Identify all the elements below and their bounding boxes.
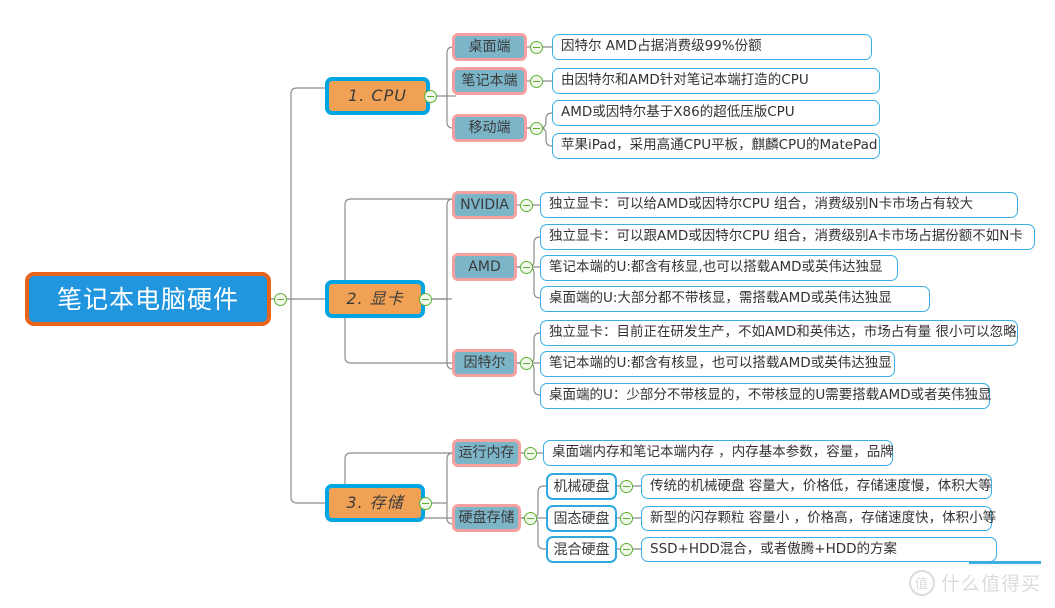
- branch-label-gpu: 2. 显卡: [346, 289, 404, 308]
- leaf-node[interactable]: 由因特尔和AMD针对笔记本端打造的CPU: [552, 68, 880, 94]
- subnode-cpu-desktop[interactable]: 桌面端: [452, 33, 527, 61]
- leaf-label: 苹果iPad，采用高通CPU平板，麒麟CPU的MatePad: [561, 137, 878, 154]
- subnode-label: AMD: [468, 259, 501, 275]
- collapse-toggle-disk-hdd[interactable]: [620, 480, 633, 493]
- collapse-toggle-cpu-desktop[interactable]: [530, 41, 543, 54]
- watermark-text: 什么值得买: [940, 573, 1041, 595]
- collapse-toggle-disk-sshd[interactable]: [620, 543, 633, 556]
- mindmap-canvas: 笔记本电脑硬件 1. CPU 桌面端 笔记本端 移动端 因特尔 AMD占据消费级…: [0, 0, 1055, 608]
- subnode-label: 运行内存: [458, 445, 515, 461]
- subnode-storage-ram[interactable]: 运行内存: [452, 439, 521, 467]
- leaf-node[interactable]: 新型的闪存颗粒 容量小 ，价格高，存储速度快，体积小等: [641, 506, 996, 531]
- subnode-label: 混合硬盘: [553, 541, 610, 558]
- leaf-node[interactable]: 独立显卡：可以给AMD或因特尔CPU 组合，消费级别N卡市场占有较大: [540, 192, 1018, 218]
- leaf-node[interactable]: AMD或因特尔基于X86的超低压版CPU: [552, 100, 880, 126]
- subnode-label: 因特尔: [463, 355, 506, 371]
- leaf-label: 由因特尔和AMD针对笔记本端打造的CPU: [561, 72, 809, 89]
- leaf-node[interactable]: 独立显卡：目前正在研发生产，不如AMD和英伟达，市场占有量 很小可以忽略: [540, 320, 1018, 346]
- leaf-label: 独立显卡：可以给AMD或因特尔CPU 组合，消费级别N卡市场占有较大: [549, 196, 974, 213]
- collapse-toggle-storage-disk[interactable]: [524, 512, 537, 525]
- leaf-label: 笔记本端的U:都含有核显，也可以搭载AMD或英伟达独显: [549, 355, 892, 372]
- subnode-label: NVIDIA: [460, 197, 509, 213]
- collapse-toggle-disk-ssd[interactable]: [620, 512, 633, 525]
- leaf-label: 独立显卡：可以跟AMD或因特尔CPU 组合，消费级别A卡市场占据份额不如N卡: [549, 228, 1023, 245]
- leaf-node[interactable]: 独立显卡：可以跟AMD或因特尔CPU 组合，消费级别A卡市场占据份额不如N卡: [540, 224, 1035, 250]
- leaf-node[interactable]: 笔记本端的U:都含有核显,也可以搭载AMD或英伟达独显: [540, 255, 898, 281]
- branch-node-gpu[interactable]: 2. 显卡: [325, 280, 425, 318]
- leaf-node[interactable]: 桌面端的U:大部分都不带核显，需搭载AMD或英伟达独显: [540, 286, 930, 312]
- leaf-label: 笔记本端的U:都含有核显,也可以搭载AMD或英伟达独显: [549, 259, 883, 276]
- leaf-label: 桌面端的U：少部分不带核显的，不带核显的U需要搭载AMD或者英伟独显: [549, 387, 992, 404]
- subnode-cpu-laptop[interactable]: 笔记本端: [452, 67, 527, 95]
- subnode-label: 移动端: [468, 120, 511, 136]
- collapse-toggle-cpu-mobile[interactable]: [530, 122, 543, 135]
- collapse-toggle-storage[interactable]: [419, 497, 432, 510]
- subnode-label: 机械硬盘: [553, 478, 610, 495]
- root-label: 笔记本电脑硬件: [56, 284, 239, 314]
- collapse-toggle-gpu-intel[interactable]: [520, 357, 533, 370]
- subnode-gpu-intel[interactable]: 因特尔: [452, 349, 517, 377]
- collapse-toggle-gpu-amd[interactable]: [520, 261, 533, 274]
- leaf-node[interactable]: 桌面端内存和笔记本端内存 ，内存基本参数，容量，品牌: [543, 440, 894, 466]
- subnode-label: 硬盘存储: [458, 510, 515, 526]
- subnode-disk-ssd[interactable]: 固态硬盘: [546, 505, 617, 532]
- branch-label-cpu: 1. CPU: [348, 86, 407, 105]
- subnode-label: 桌面端: [468, 39, 511, 55]
- leaf-label: 独立显卡：目前正在研发生产，不如AMD和英伟达，市场占有量 很小可以忽略: [549, 324, 1017, 341]
- leaf-node[interactable]: 桌面端的U：少部分不带核显的，不带核显的U需要搭载AMD或者英伟独显: [540, 383, 992, 409]
- leaf-label: 新型的闪存颗粒 容量小 ，价格高，存储速度快，体积小等: [650, 509, 997, 526]
- leaf-label: AMD或因特尔基于X86的超低压版CPU: [561, 104, 795, 121]
- collapse-toggle-storage-ram[interactable]: [524, 447, 537, 460]
- collapse-toggle-root[interactable]: [274, 293, 287, 306]
- branch-node-cpu[interactable]: 1. CPU: [325, 77, 430, 115]
- watermark-bar: [969, 561, 1041, 564]
- collapse-toggle-gpu-nvidia[interactable]: [520, 199, 533, 212]
- leaf-node[interactable]: SSD+HDD混合，或者傲腾+HDD的方案: [641, 537, 997, 562]
- branch-label-storage: 3. 存储: [346, 493, 404, 512]
- watermark-badge-icon: 值: [908, 569, 935, 596]
- watermark: 值 什么值得买: [908, 569, 1041, 596]
- root-node[interactable]: 笔记本电脑硬件: [25, 272, 271, 326]
- collapse-toggle-gpu[interactable]: [419, 293, 432, 306]
- leaf-node[interactable]: 笔记本端的U:都含有核显，也可以搭载AMD或英伟达独显: [540, 351, 895, 377]
- subnode-storage-disk[interactable]: 硬盘存储: [452, 504, 521, 532]
- branch-node-storage[interactable]: 3. 存储: [325, 484, 425, 522]
- subnode-gpu-nvidia[interactable]: NVIDIA: [452, 191, 517, 219]
- leaf-label: 传统的机械硬盘 容量大，价格低，存储速度慢，体积大等: [650, 477, 992, 494]
- subnode-label: 固态硬盘: [553, 510, 610, 527]
- leaf-label: 桌面端的U:大部分都不带核显，需搭载AMD或英伟达独显: [549, 290, 892, 307]
- collapse-toggle-cpu[interactable]: [424, 90, 437, 103]
- subnode-disk-hdd[interactable]: 机械硬盘: [546, 473, 617, 500]
- leaf-label: 因特尔 AMD占据消费级99%份额: [561, 38, 762, 55]
- leaf-node[interactable]: 因特尔 AMD占据消费级99%份额: [552, 34, 872, 60]
- leaf-node[interactable]: 苹果iPad，采用高通CPU平板，麒麟CPU的MatePad: [552, 133, 880, 159]
- subnode-gpu-amd[interactable]: AMD: [452, 253, 517, 281]
- subnode-cpu-mobile[interactable]: 移动端: [452, 114, 527, 142]
- subnode-label: 笔记本端: [461, 73, 518, 89]
- collapse-toggle-cpu-laptop[interactable]: [530, 75, 543, 88]
- subnode-disk-sshd[interactable]: 混合硬盘: [546, 536, 617, 563]
- leaf-label: SSD+HDD混合，或者傲腾+HDD的方案: [650, 540, 898, 557]
- leaf-label: 桌面端内存和笔记本端内存 ，内存基本参数，容量，品牌: [552, 444, 894, 461]
- leaf-node[interactable]: 传统的机械硬盘 容量大，价格低，存储速度慢，体积大等: [641, 474, 992, 499]
